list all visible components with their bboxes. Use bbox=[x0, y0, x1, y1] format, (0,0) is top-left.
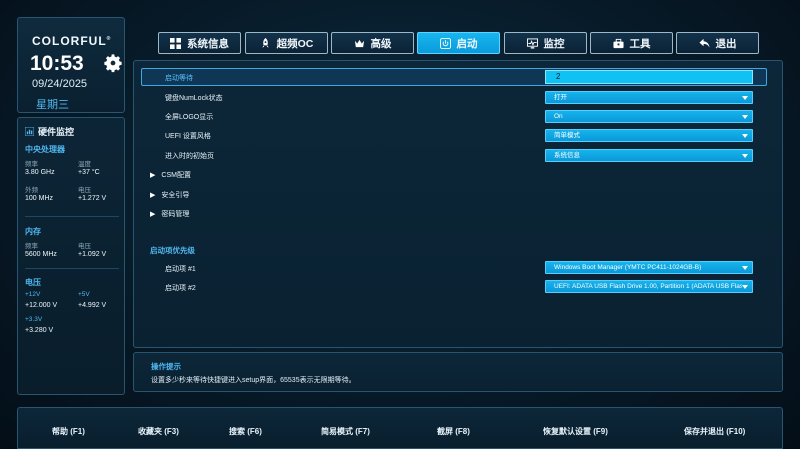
boot-option-1-label: 启动项 #1 bbox=[165, 266, 196, 273]
v12-label: +12V bbox=[25, 291, 41, 298]
mem-freq-label: 频率 bbox=[25, 243, 38, 250]
load-defaults-f9-button[interactable]: 恢复默认设置 (F9) bbox=[543, 426, 608, 437]
mem-freq-value: 5600 MHz bbox=[25, 251, 57, 258]
initial-page-dropdown[interactable]: 系统信息 bbox=[545, 149, 753, 162]
tab-advanced[interactable]: 高级 bbox=[331, 32, 414, 54]
boot-option-2-dropdown[interactable]: UEFI: ADATA USB Flash Drive 1.00, Partit… bbox=[545, 280, 753, 293]
help-tips-panel: 操作提示 设置多少秒来等待快捷键进入setup界面，65535表示无限期等待。 bbox=[133, 352, 783, 392]
uefi-style-dropdown[interactable]: 简单模式 bbox=[545, 129, 753, 142]
triangle-right-icon: ▶ bbox=[150, 192, 156, 199]
boot-wait-label: 启动等待 bbox=[165, 75, 193, 82]
cpu-temp-label: 温度 bbox=[78, 161, 91, 168]
search-f6-button[interactable]: 搜索 (F6) bbox=[229, 426, 262, 437]
mem-volt-label: 电压 bbox=[78, 243, 91, 250]
triangle-right-icon: ▶ bbox=[150, 172, 156, 179]
password-manage-item[interactable]: ▶ 密码管理 bbox=[150, 209, 189, 219]
secure-boot-item[interactable]: ▶ 安全引导 bbox=[150, 190, 189, 200]
cpu-ext-value: 100 MHz bbox=[25, 195, 54, 202]
chevron-down-icon bbox=[742, 96, 748, 100]
triangle-right-icon: ▶ bbox=[150, 211, 156, 218]
v33-label: +3.3V bbox=[25, 316, 43, 323]
cpu-heading: 中央处理器 bbox=[25, 145, 65, 154]
chevron-down-icon bbox=[742, 154, 748, 158]
date: 09/24/2025 bbox=[32, 78, 88, 90]
tab-monitor[interactable]: 监控 bbox=[504, 32, 587, 54]
v5-label: +5V bbox=[78, 291, 90, 298]
voltage-heading: 电压 bbox=[25, 278, 41, 287]
chevron-down-icon bbox=[742, 134, 748, 138]
crown-icon bbox=[354, 39, 364, 47]
monitor-icon bbox=[526, 37, 538, 49]
numlock-label: 键盘NumLock状态 bbox=[165, 95, 223, 102]
toolbox-icon bbox=[612, 38, 624, 48]
cpu-ext-label: 外频 bbox=[25, 187, 38, 194]
back-arrow-icon bbox=[698, 38, 710, 48]
boot-option-1-dropdown[interactable]: Windows Boot Manager (YMTC PC411-1024GB-… bbox=[545, 261, 753, 274]
initial-page-label: 进入时的初始页 bbox=[165, 153, 214, 160]
tab-boot[interactable]: 启动 bbox=[417, 32, 500, 54]
tips-heading: 操作提示 bbox=[151, 362, 181, 371]
tab-tools[interactable]: 工具 bbox=[590, 32, 673, 54]
cpu-temp-value: +37 °C bbox=[78, 169, 100, 176]
boot-wait-input[interactable]: 2 bbox=[545, 70, 753, 84]
hardware-monitor-title: 硬件监控 bbox=[25, 125, 74, 138]
screenshot-f8-button[interactable]: 截屏 (F8) bbox=[437, 426, 470, 437]
v33-value: +3.280 V bbox=[25, 327, 54, 334]
monitor-bars-icon bbox=[25, 127, 34, 136]
function-key-bar: 帮助 (F1) 收藏夹 (F3) 搜索 (F6) 简易模式 (F7) 截屏 (F… bbox=[17, 407, 783, 449]
weekday: 星期三 bbox=[36, 99, 69, 111]
power-icon bbox=[439, 37, 451, 49]
divider bbox=[25, 216, 119, 217]
fullscreen-logo-label: 全屏LOGO显示 bbox=[165, 114, 214, 121]
clock-time: 10:53 bbox=[30, 52, 84, 75]
cpu-volt-label: 电压 bbox=[78, 187, 91, 194]
uefi-style-label: UEFI 设置风格 bbox=[165, 133, 211, 140]
fullscreen-logo-dropdown[interactable]: On bbox=[545, 110, 753, 123]
save-exit-f10-button[interactable]: 保存并退出 (F10) bbox=[684, 426, 745, 437]
clock-panel: COLORFUL® 10:53 09/24/2025 星期三 bbox=[17, 17, 125, 113]
divider bbox=[25, 268, 119, 269]
easy-mode-f7-button[interactable]: 简易模式 (F7) bbox=[321, 426, 370, 437]
numlock-dropdown[interactable]: 打开 bbox=[545, 91, 753, 104]
grid-icon bbox=[170, 37, 181, 49]
help-f1-button[interactable]: 帮助 (F1) bbox=[52, 426, 85, 437]
v5-value: +4.992 V bbox=[78, 302, 107, 309]
cpu-freq-value: 3.80 GHz bbox=[25, 169, 55, 176]
chevron-down-icon bbox=[742, 285, 748, 289]
cpu-freq-label: 频率 bbox=[25, 161, 38, 168]
memory-heading: 内存 bbox=[25, 227, 41, 236]
boot-option-2-label: 启动项 #2 bbox=[165, 285, 196, 292]
chevron-down-icon bbox=[742, 266, 748, 270]
mem-volt-value: +1.092 V bbox=[78, 251, 107, 258]
chevron-down-icon bbox=[742, 115, 748, 119]
tab-exit[interactable]: 退出 bbox=[676, 32, 759, 54]
csm-config-item[interactable]: ▶ CSM配置 bbox=[150, 170, 191, 180]
favorites-f3-button[interactable]: 收藏夹 (F3) bbox=[138, 426, 179, 437]
hardware-monitor-panel: 硬件监控 中央处理器 频率 温度 3.80 GHz +37 °C 外频 电压 1… bbox=[17, 117, 125, 395]
v12-value: +12.000 V bbox=[25, 302, 58, 309]
brand-logo: COLORFUL® bbox=[32, 34, 112, 48]
tips-text: 设置多少秒来等待快捷键进入setup界面，65535表示无限期等待。 bbox=[151, 377, 356, 384]
boot-priority-heading: 启动项优先级 bbox=[150, 246, 195, 255]
tab-overclock[interactable]: 超频OC bbox=[245, 32, 328, 54]
rocket-icon bbox=[261, 37, 269, 48]
cpu-volt-value: +1.272 V bbox=[78, 195, 107, 202]
tab-system-info[interactable]: 系统信息 bbox=[158, 32, 241, 54]
gear-icon bbox=[104, 54, 122, 73]
